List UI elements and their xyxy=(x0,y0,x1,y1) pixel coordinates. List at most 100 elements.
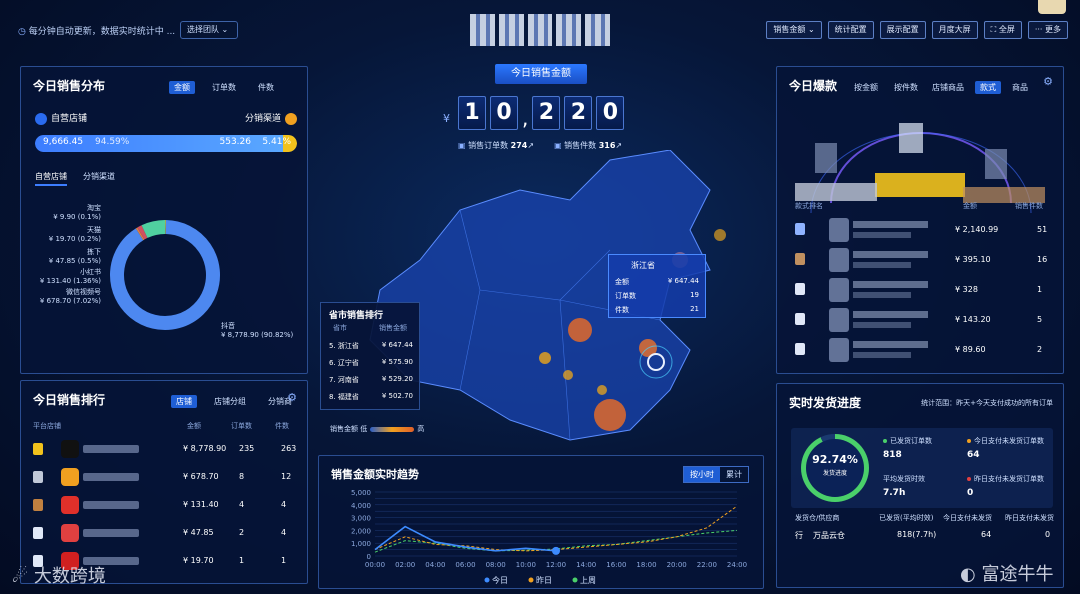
store-name xyxy=(83,501,139,509)
y-tick-label: 3,000 xyxy=(351,515,371,523)
province-ranking: 省市销售排行 省市 销售金额 5. 浙江省 ¥ 647.44 6. 辽宁省 ¥ 57… xyxy=(320,302,420,410)
team-select[interactable]: 选择团队 ⌄ xyxy=(180,21,238,39)
shipping-progress-panel: 实时发货进度 统计范围：昨天+今天支付成功的所有订单 92.74% 发货进度 已… xyxy=(776,383,1064,588)
province-row: 7. 河南省 ¥ 529.20 xyxy=(329,375,413,384)
product-name xyxy=(853,251,928,258)
tooltip-value: ¥ 647.44 xyxy=(667,277,699,285)
tab-orders[interactable]: 订单数 xyxy=(207,81,241,94)
x-tick-label: 24:00 xyxy=(727,561,747,569)
panel-title: 今日销售分布 xyxy=(33,79,106,93)
avatar[interactable] xyxy=(1038,0,1066,14)
province-header: 省市 xyxy=(333,324,347,332)
digit: 2 xyxy=(564,96,593,130)
settings-icon[interactable]: ⚙ xyxy=(1043,75,1053,88)
settings-icon[interactable]: ⚙ xyxy=(287,391,297,404)
subtab-distribution[interactable]: 分销渠道 xyxy=(83,171,115,186)
more-button[interactable]: ··· 更多 xyxy=(1027,21,1068,39)
rank-medal-icon xyxy=(33,443,43,455)
table-row: ¥ 131.40 4 4 xyxy=(31,495,299,517)
tooltip-label: 件数 xyxy=(615,306,629,314)
dist-tabs: 金额 订单数 件数 xyxy=(169,81,279,94)
tab-amount[interactable]: 金额 xyxy=(169,81,195,94)
item-icon: ▣ xyxy=(554,141,565,150)
digit: 1 xyxy=(458,96,486,130)
panel-title: 今日销售排行 xyxy=(33,393,106,407)
y-tick-label: 0 xyxy=(367,553,371,561)
tab-items[interactable]: 件数 xyxy=(253,81,279,94)
series-line xyxy=(374,505,738,552)
tooltip-label: 订单数 xyxy=(615,292,636,300)
rank-medal-icon xyxy=(33,527,43,539)
product-spec xyxy=(853,262,911,268)
donut-label: 拣下 ¥ 47.85 (0.5%) xyxy=(48,248,101,265)
trend-line-chart: 0 1,000 2,000 3,000 4,000 5,000 00:00 02:00 04:0… xyxy=(351,489,747,585)
table-row: ¥ 143.20 5 xyxy=(791,305,1053,335)
avg-ship-time: 平均发货时效 7.7h xyxy=(883,475,925,498)
province-header: 销售金额 xyxy=(379,324,407,332)
display-config-button[interactable]: 展示配置 xyxy=(879,21,926,39)
map-legend: 销售金额 低高 xyxy=(330,425,425,433)
dist-progress-bar: 9,666.45 94.59% 553.26 5.41% xyxy=(35,135,297,152)
digit: 2 xyxy=(532,96,561,130)
subtab-self-store[interactable]: 自营店铺 xyxy=(35,171,67,186)
table-row: ¥ 89.60 2 xyxy=(791,335,1053,365)
x-tick-label: 22:00 xyxy=(697,561,717,569)
map-bubble xyxy=(594,399,626,431)
tab-products[interactable]: 商品 xyxy=(1007,81,1033,94)
province-ranking-title: 省市销售排行 xyxy=(329,311,384,321)
donut-label: 微信视频号 ¥ 678.70 (7.02%) xyxy=(39,288,101,305)
product-name xyxy=(853,311,928,318)
sales-trend-panel: 销售金额实时趋势 按小时 累计 0 1,000 2,000 3,000 4,000 5,0… xyxy=(318,455,764,589)
x-tick-label: 16:00 xyxy=(606,561,626,569)
shipping-range: 统计范围：昨天+今天支付成功的所有订单 xyxy=(921,399,1053,407)
table-row: ¥ 678.70 8 12 xyxy=(31,467,299,489)
tab-hourly[interactable]: 按小时 xyxy=(684,467,720,482)
distribution-donut xyxy=(110,220,220,330)
donut-slice xyxy=(137,225,148,240)
stats-config-button[interactable]: 统计配置 xyxy=(827,21,874,39)
digit: 0 xyxy=(596,96,625,130)
map-bubble xyxy=(597,385,607,395)
table-row: ¥ 47.85 2 4 xyxy=(31,523,299,545)
watermark-left: ☄ 大数跨境 xyxy=(12,566,106,587)
current-point xyxy=(552,546,560,555)
tab-by-count[interactable]: 按件数 xyxy=(889,81,923,94)
store-icon xyxy=(35,112,47,125)
y-tick-label: 1,000 xyxy=(351,540,371,548)
donut-slice xyxy=(141,220,166,239)
product-spec xyxy=(853,292,911,298)
x-tick-label: 04:00 xyxy=(425,561,445,569)
metric-select[interactable]: 销售金额 ⌄ xyxy=(766,21,822,39)
province-row: 6. 辽宁省 ¥ 575.90 xyxy=(329,358,413,367)
panel-title: 今日爆款 xyxy=(789,79,838,93)
tooltip-value: 19 xyxy=(690,291,699,299)
product-spec xyxy=(853,322,911,328)
digit: 0 xyxy=(490,96,518,130)
y-tick-label: 4,000 xyxy=(351,502,371,510)
center-title: 今日销售金额 xyxy=(495,64,587,84)
rank-medal-icon xyxy=(795,343,805,355)
unshipped-today: 今日支付未发货订单数 64 xyxy=(967,437,1044,460)
column-header: 金额 xyxy=(187,422,201,430)
shipping-summary: 92.74% 发货进度 已发货订单数 818 今日支付未发货订单数 64 平均发货时… xyxy=(791,428,1053,508)
tab-store[interactable]: 店铺 xyxy=(171,395,197,408)
tab-store-group[interactable]: 店铺分组 xyxy=(209,395,251,408)
column-header: 今日支付未发货 xyxy=(943,514,992,522)
sales-amount-digits: 1 0 , 2 2 0 xyxy=(458,96,625,140)
tab-store-products[interactable]: 店铺商品 xyxy=(927,81,969,94)
column-header: 发货仓/供应商 xyxy=(795,514,840,522)
fullscreen-button[interactable]: ⛶ 全屏 xyxy=(983,21,1022,39)
hot-items-panel: 今日爆款 按金额 按件数 店铺商品 款式 商品 ⚙ 款式排名 金额 销售件数 ¥… xyxy=(776,66,1064,374)
column-header: 已发货(平均时效) xyxy=(879,514,934,522)
tab-cumulative[interactable]: 累计 xyxy=(720,467,748,482)
watermark-right: ◐ 富途牛牛 xyxy=(960,564,1054,585)
tab-by-amount[interactable]: 按金额 xyxy=(849,81,883,94)
sales-distribution-panel: 今日销售分布 金额 订单数 件数 自营店铺 分销渠道 9,666.45 94.5… xyxy=(20,66,308,374)
clock-icon: ◷ xyxy=(18,27,29,37)
platform-icon xyxy=(61,440,79,458)
monthly-screen-button[interactable]: 月度大屏 xyxy=(931,21,978,39)
tab-style[interactable]: 款式 xyxy=(975,81,1001,94)
legend-label: 昨日 xyxy=(536,575,552,585)
column-header: 平台店铺 xyxy=(33,422,61,430)
rank-medal-icon xyxy=(795,223,805,235)
